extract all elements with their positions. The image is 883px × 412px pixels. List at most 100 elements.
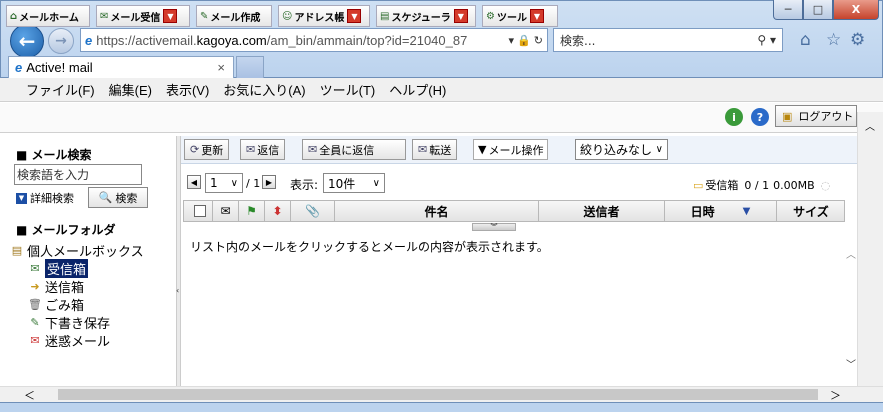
dropdown-icon: ▼ (16, 192, 27, 204)
folder-label: ごみ箱 (45, 299, 85, 314)
logout-button[interactable]: ▣ ログアウト (775, 105, 857, 127)
advanced-search-toggle[interactable]: ▼ 詳細検索 (16, 190, 74, 206)
read-status-icon[interactable]: ✉ (213, 200, 239, 222)
folder-icon: ▭ (693, 178, 704, 192)
scroll-up-icon[interactable]: ︿ (865, 118, 875, 133)
prev-page-button[interactable]: ◀ (187, 175, 201, 189)
tab-address-book[interactable]: ☺ アドレス帳 ▼ (278, 5, 370, 27)
new-tab-button[interactable] (236, 56, 264, 78)
next-page-button[interactable]: ▶ (262, 175, 276, 189)
tab-mail-receive[interactable]: ✉ メール受信 ▼ (96, 5, 190, 27)
scroll-up-icon[interactable]: ︿ (846, 246, 856, 261)
reply-all-icon: ✉ (308, 143, 318, 156)
scroll-right-icon[interactable]: ＞ (830, 387, 841, 403)
forward-button[interactable]: ✉ 転送 (412, 139, 458, 160)
address-bar[interactable]: e https://activemail. kagoya.com/am_bin/a… (80, 28, 548, 52)
menu-tools[interactable]: ツール(T) (320, 80, 376, 99)
dropdown-icon[interactable]: ▼ (347, 9, 362, 23)
mail-search-header: ■ メール検索 (16, 148, 92, 162)
mail-search-title: メール検索 (31, 148, 92, 162)
favorites-star-icon[interactable]: ☆ (826, 30, 841, 50)
column-subject[interactable]: 件名 (335, 200, 539, 222)
select-all-checkbox[interactable] (187, 200, 213, 222)
list-scrollbar[interactable]: ︿ ﹀ (845, 238, 857, 386)
mail-operations-menu[interactable]: ▼ メール操作 (473, 139, 549, 160)
reply-button[interactable]: ✉ 返信 (240, 139, 286, 160)
attachment-icon[interactable]: 📎 (291, 200, 335, 222)
tab-tools[interactable]: ⚙ ツール ▼ (482, 5, 558, 27)
tab-label: メール作成 (210, 12, 261, 24)
pane-resize-handle[interactable]: ︾ (472, 223, 516, 231)
address-controls[interactable]: ▾ 🔒 ↻ (508, 34, 543, 47)
tab-label: スケジューラ (391, 12, 451, 24)
scroll-down-icon[interactable]: ﹀ (846, 356, 856, 371)
maximize-button[interactable]: □ (803, 0, 833, 20)
forward-label: 転送 (429, 143, 452, 157)
menu-favorites[interactable]: お気に入り(A) (223, 80, 305, 99)
dropdown-icon[interactable]: ▼ (453, 9, 468, 23)
search-icon[interactable]: ⚲ ▾ (757, 33, 776, 47)
priority-icon[interactable]: ⬍ (265, 200, 291, 222)
dropdown-icon[interactable]: ▼ (163, 9, 178, 23)
mail-search-input[interactable]: 検索語を入力 (14, 164, 142, 185)
flag-icon[interactable]: ⚑ (239, 200, 265, 222)
reply-all-button[interactable]: ✉ 全員に返信 (302, 139, 406, 160)
reply-icon: ✉ (246, 143, 256, 156)
page-select[interactable]: 1 ∨ (205, 173, 243, 193)
menu-help[interactable]: ヘルプ(H) (389, 80, 446, 99)
close-tab-icon[interactable]: × (217, 60, 225, 75)
home-icon[interactable]: ⌂ (800, 30, 811, 50)
help-icon[interactable]: ? (751, 108, 769, 126)
info-icon[interactable]: i (725, 108, 743, 126)
triangle-left-icon: ◀ (190, 177, 198, 187)
sent-folder-icon: ➜ (30, 280, 40, 293)
per-page-select[interactable]: 10件 ∨ (323, 173, 385, 193)
magnifier-icon: 🔍 (98, 191, 113, 204)
page-horizontal-scrollbar[interactable]: ＜＞ (0, 386, 883, 402)
folder-spam[interactable]: ✉ 迷惑メール (28, 331, 110, 350)
tab-mail-home[interactable]: ⌂ メールホーム (6, 5, 90, 27)
dropdown-icon[interactable]: ▼ (529, 9, 544, 23)
logout-icon: ▣ (782, 109, 793, 123)
mail-folder-title: メールフォルダ (31, 223, 116, 237)
per-page-value: 10件 (328, 176, 356, 191)
menu-view[interactable]: 表示(V) (166, 80, 209, 99)
scroll-thumb[interactable] (58, 389, 818, 400)
settings-gear-icon[interactable]: ⚙ (850, 30, 865, 50)
page-vertical-scrollbar[interactable]: ︿ (857, 112, 883, 386)
folder-inbox[interactable]: ✉ 受信箱 (28, 259, 89, 278)
chevron-down-icon: ∨ (372, 177, 380, 189)
collapse-icon[interactable]: ‹ (176, 286, 179, 295)
inbox-icon: ✉ (100, 10, 109, 22)
mailbox-node[interactable]: ▤ 個人メールボックス (10, 241, 144, 260)
search-placeholder: 検索語を入力 (17, 168, 90, 182)
filter-select[interactable]: 絞り込みなし ∨ (575, 139, 668, 160)
folder-trash[interactable]: 🗑 ごみ箱 (28, 295, 84, 314)
pane-splitter[interactable]: ‹ (176, 136, 181, 386)
trash-icon: 🗑 (28, 298, 42, 311)
scroll-left-icon[interactable]: ＜ (24, 387, 35, 403)
menu-edit[interactable]: 編集(E) (109, 80, 152, 99)
column-size[interactable]: サイズ (777, 200, 845, 222)
browser-search-input[interactable]: 検索... ⚲ ▾ (553, 28, 783, 52)
back-button[interactable]: ← (10, 24, 44, 58)
folder-label: 受信箱 (45, 259, 89, 278)
column-date[interactable]: 日時 ▼ (665, 200, 777, 222)
tab-scheduler[interactable]: ▤ スケジューラ ▼ (376, 5, 476, 27)
refresh-button[interactable]: ⟳ 更新 (184, 139, 230, 160)
folder-drafts[interactable]: ✎ 下書き保存 (28, 313, 110, 332)
menu-file[interactable]: ファイル(F) (26, 80, 95, 99)
tab-mail-compose[interactable]: ✎ メール作成 (196, 5, 272, 27)
forward-button[interactable]: → (48, 28, 74, 54)
search-button-label: 検索 (115, 191, 138, 205)
window-bottom-edge (0, 402, 883, 412)
minimize-button[interactable]: ─ (773, 0, 803, 20)
folder-sent[interactable]: ➜ 送信箱 (28, 277, 84, 296)
column-sender[interactable]: 送信者 (539, 200, 665, 222)
spam-folder-icon: ✉ (30, 334, 40, 347)
refresh-label: 更新 (201, 143, 224, 157)
tab-label: メールホーム (19, 12, 79, 24)
browser-tab-active[interactable]: e Active! mail × (8, 56, 234, 78)
close-window-button[interactable]: X (833, 0, 879, 20)
search-button[interactable]: 🔍 検索 (88, 187, 148, 208)
